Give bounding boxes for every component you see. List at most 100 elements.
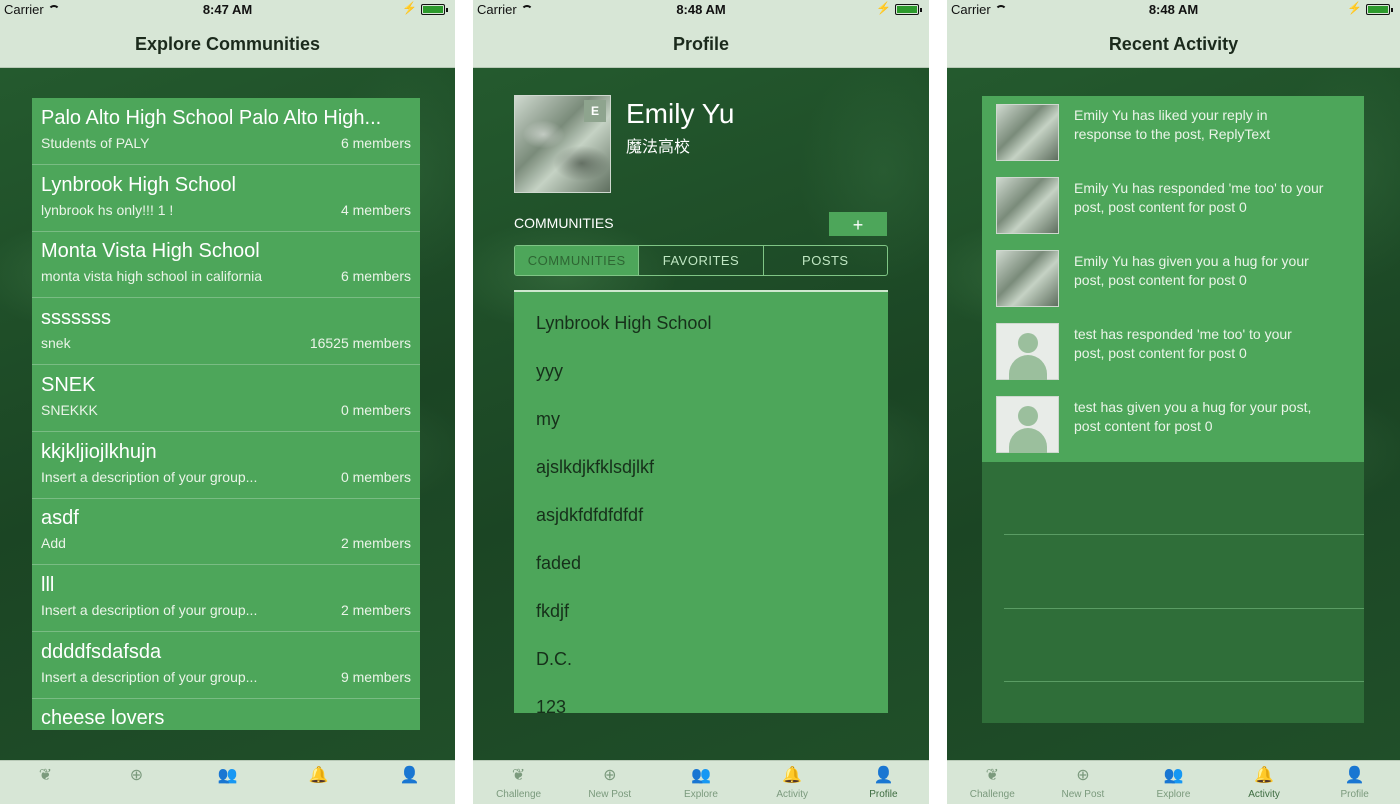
community-description: Add — [41, 535, 66, 552]
profile-name: Emily Yu — [626, 98, 735, 129]
list-item-label: asjdkfdfdfdfdf — [536, 505, 644, 525]
community-name: SNEK — [41, 373, 96, 396]
tab-explore[interactable]: 👥 Explore — [1128, 761, 1219, 804]
list-item[interactable]: my — [514, 396, 888, 444]
list-item[interactable]: asjdkfdfdfdfdf — [514, 492, 888, 540]
community-row[interactable]: Palo Alto High School Palo Alto High... S… — [32, 98, 420, 165]
list-item[interactable]: fkdjf — [514, 588, 888, 636]
avatar — [996, 104, 1059, 161]
list-item[interactable]: 123 — [514, 684, 888, 713]
tab-new-post[interactable]: ⊕ New Post — [1038, 761, 1129, 804]
tab-new-post[interactable]: ⊕ New Post — [564, 761, 655, 804]
tab-challenge[interactable]: ❦ — [0, 761, 91, 804]
list-item[interactable]: yyy — [514, 348, 888, 396]
community-description: Students of PALY — [41, 135, 150, 151]
tab-activity[interactable]: 🔔 Activity — [1219, 761, 1310, 804]
list-item-label: 123 — [536, 697, 567, 713]
activity-text: test has responded 'me too' to your post… — [1074, 326, 1292, 361]
list-item-label: yyy — [536, 361, 563, 381]
segment-communities[interactable]: COMMUNITIES — [515, 246, 640, 275]
group-icon: 👥 — [1163, 767, 1184, 784]
tab-bar: ❦ Challenge ⊕ New Post 👥 Explore 🔔 Activity … — [947, 760, 1400, 804]
communities-section-label: COMMUNITIES — [514, 215, 614, 231]
group-icon: 👥 — [217, 767, 238, 784]
battery-icon — [895, 4, 922, 15]
community-name: kkjkljiojlkhujn — [41, 440, 157, 463]
community-member-count: 6 members — [340, 135, 411, 151]
community-row[interactable]: Lynbrook High School lynbrook hs only!!! … — [32, 165, 420, 232]
tab-activity[interactable]: 🔔 — [273, 761, 364, 804]
community-row[interactable]: lll Insert a description of your group...… — [32, 565, 420, 632]
community-name: Palo Alto High School Palo Alto High... — [41, 107, 382, 129]
tab-activity[interactable]: 🔔 Activity — [747, 761, 838, 804]
community-description: Insert a description of your group... — [41, 468, 258, 485]
profile-communities-list[interactable]: Lynbrook High School yyy my ajslkdjkfklsdjl… — [514, 290, 888, 713]
segment-favorites[interactable]: FAVORITES — [639, 246, 764, 275]
activity-screen: Carrier 8:48 AM ⚡ Recent Activity Emily … — [947, 0, 1400, 804]
tab-challenge[interactable]: ❦ Challenge — [947, 761, 1038, 804]
community-member-count: 2 members — [340, 535, 411, 552]
list-item[interactable]: D.C. — [514, 636, 888, 684]
community-row[interactable]: asdf Add 2 members — [32, 498, 420, 566]
group-icon: 👥 — [691, 767, 711, 784]
activity-item[interactable]: test has given you a hug for your post, … — [982, 388, 1364, 461]
status-time: 8:48 AM — [1148, 2, 1199, 17]
avatar — [996, 177, 1059, 234]
list-item[interactable]: Lynbrook High School — [514, 300, 888, 348]
tab-new-post[interactable]: ⊕ — [91, 761, 182, 804]
plus-circle-icon: ⊕ — [1076, 767, 1090, 784]
person-icon: 👤 — [873, 767, 894, 784]
add-community-button[interactable]: + — [829, 212, 887, 236]
communities-list[interactable]: Palo Alto High School Palo Alto High... S… — [32, 98, 420, 730]
list-item-label: fkdjf — [536, 601, 570, 621]
status-bar: Carrier 8:47 AM ⚡ — [0, 0, 455, 20]
community-row[interactable]: cheese lovers — [32, 698, 420, 730]
bell-icon: 🔔 — [1254, 767, 1275, 784]
profile-school: 魔法高校 — [626, 139, 691, 156]
page-title: Profile — [473, 20, 929, 68]
activity-item[interactable]: test has responded 'me too' to your post… — [982, 315, 1364, 388]
default-avatar-icon — [996, 323, 1059, 380]
tab-challenge[interactable]: ❦ Challenge — [473, 761, 564, 804]
community-row[interactable]: kkjkljiojlkhujn Insert a description of y… — [32, 432, 420, 499]
tab-profile[interactable]: 👤 Profile — [838, 761, 929, 804]
default-avatar-icon — [996, 396, 1059, 453]
activity-text: Emily Yu has liked your reply in respons… — [1074, 107, 1271, 142]
community-row[interactable]: sssssss snek 16525 members — [32, 298, 420, 366]
battery-icon — [1366, 4, 1393, 15]
list-item[interactable]: faded — [514, 540, 888, 588]
community-description: monta vista high school in california — [41, 268, 263, 285]
segment-posts[interactable]: POSTS — [764, 246, 887, 275]
profile-segmented-control: COMMUNITIES FAVORITES POSTS — [514, 245, 888, 276]
community-row[interactable]: SNEK SNEKKK 0 members — [32, 365, 420, 432]
activity-list[interactable]: Emily Yu has liked your reply in respons… — [982, 96, 1364, 462]
community-member-count: 6 members — [340, 268, 411, 285]
empty-row-divider — [1004, 534, 1364, 535]
community-member-count: 9 members — [340, 668, 411, 685]
community-row[interactable]: Monta Vista High School monta vista high … — [32, 231, 420, 299]
list-item[interactable]: ajslkdjkfklsdjlkf — [514, 444, 888, 492]
activity-panel: Emily Yu has liked your reply in respons… — [982, 96, 1364, 723]
avatar[interactable]: E — [514, 95, 611, 193]
community-member-count: 0 members — [340, 401, 411, 418]
activity-item[interactable]: Emily Yu has liked your reply in respons… — [982, 96, 1364, 169]
battery-icon — [421, 4, 448, 15]
activity-text: Emily Yu has given you a hug for your po… — [1074, 253, 1309, 288]
empty-row-divider — [1004, 608, 1364, 609]
list-item-label: ajslkdjkfklsdjlkf — [536, 457, 655, 477]
tab-profile[interactable]: 👤 Profile — [1309, 761, 1400, 804]
explore-screen: Carrier 8:47 AM ⚡ Explore Communities Pa… — [0, 0, 455, 804]
activity-item[interactable]: Emily Yu has responded 'me too' to your … — [982, 169, 1364, 242]
bell-icon: 🔔 — [782, 767, 803, 784]
leaf-icon: ❦ — [985, 767, 999, 784]
avatar — [996, 250, 1059, 307]
empty-row-divider — [1004, 681, 1364, 682]
activity-item[interactable]: Emily Yu has given you a hug for your po… — [982, 242, 1364, 315]
leaf-icon: ❦ — [38, 767, 53, 784]
community-row[interactable]: ddddfsdafsda Insert a description of your… — [32, 632, 420, 699]
tab-profile[interactable]: 👤 — [364, 761, 455, 804]
tab-bar: ❦ Challenge ⊕ New Post 👥 Explore 🔔 Activity … — [473, 760, 929, 804]
community-description: Insert a description of your group... — [41, 668, 258, 685]
tab-explore[interactable]: 👥 Explore — [655, 761, 746, 804]
tab-explore[interactable]: 👥 — [182, 761, 273, 804]
